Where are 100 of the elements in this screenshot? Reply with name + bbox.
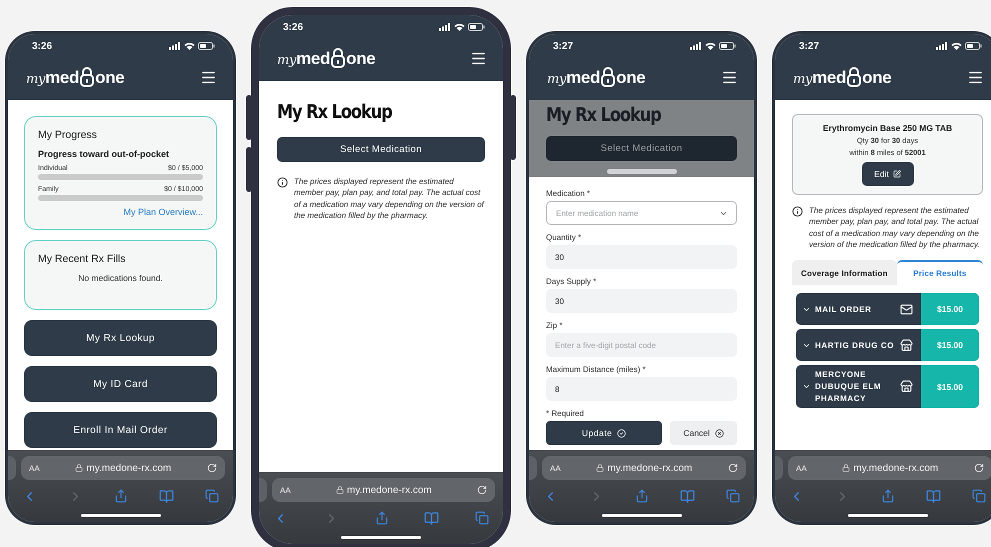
battery-icon xyxy=(719,42,736,50)
bookmarks-icon[interactable] xyxy=(424,511,440,526)
tab[interactable]: Coverage Information xyxy=(792,260,897,286)
card-subtitle: Progress toward out-of-pocket xyxy=(38,149,170,159)
input-field[interactable]: Enter a five-digit postal code xyxy=(546,333,737,357)
field-label: Days Supply * xyxy=(546,277,598,286)
tab-preview[interactable] xyxy=(529,456,537,480)
pharmacy-result-row[interactable]: MAIL ORDER $15.00 xyxy=(796,293,979,326)
wifi-icon xyxy=(454,23,465,31)
lock-icon xyxy=(336,486,344,494)
bookmarks-icon[interactable] xyxy=(926,489,941,504)
logo-wordmark: mymed xyxy=(793,68,846,86)
text-size-button[interactable]: AA xyxy=(29,464,40,472)
url-text: my.medone-rx.com xyxy=(86,462,172,474)
address-bar[interactable]: AA my.medone-rx.com xyxy=(272,478,495,502)
reload-icon[interactable] xyxy=(476,485,487,495)
field-label: Quantity * xyxy=(546,233,582,242)
plan-overview-link[interactable]: My Plan Overview... xyxy=(38,207,203,217)
logo-wordmark: one xyxy=(95,68,124,86)
tabs-icon[interactable] xyxy=(205,489,219,503)
storefront-icon xyxy=(900,380,913,394)
pharmacy-result-row[interactable]: MERCYONE DUBUQUE ELM PHARMACY $15.00 xyxy=(796,365,979,408)
signal-icon xyxy=(690,42,702,50)
reload-icon[interactable] xyxy=(974,463,984,473)
tabs-icon[interactable] xyxy=(972,489,986,503)
tab-preview[interactable] xyxy=(775,456,783,480)
status-time: 3:26 xyxy=(32,40,52,52)
select-medication-button[interactable]: Select Medication xyxy=(546,136,737,161)
wifi-icon xyxy=(951,42,962,50)
price-disclaimer: The prices displayed represent the estimated member pay, plan pay, and total pay. The actual cost of a medication may vary depending on the version of the medication filled by the pharmacy. xyxy=(294,176,485,222)
logo-wordmark: one xyxy=(346,50,376,66)
card-title: My Recent Rx Fills xyxy=(38,253,127,265)
input-field[interactable]: 30 xyxy=(546,245,737,269)
address-bar[interactable]: AA my.medone-rx.com xyxy=(21,456,225,480)
status-time: 3:27 xyxy=(799,40,820,52)
pharmacy-name: HARTIG DRUG CO xyxy=(815,340,896,352)
price-disclaimer: The prices displayed represent the estimated member pay, plan pay, and total pay. The actual cost of a medication may vary depending on the version of the medication filled by the pharmacy. xyxy=(809,205,981,250)
signal-icon xyxy=(169,42,181,50)
text-size-button[interactable]: AA xyxy=(796,464,807,472)
tab-preview[interactable] xyxy=(259,478,267,502)
price-cell: $15.00 xyxy=(921,293,979,326)
url-text: my.medone-rx.com xyxy=(607,462,692,474)
battery-icon xyxy=(468,23,485,31)
padlock-logo-icon xyxy=(847,67,862,87)
price-cell: $15.00 xyxy=(921,329,979,362)
envelope-icon xyxy=(900,302,913,316)
card-title: My Progress xyxy=(38,129,98,141)
tabs-icon[interactable] xyxy=(726,489,740,503)
nav-button[interactable]: Enroll In Mail Order xyxy=(24,412,217,448)
signal-icon xyxy=(936,42,948,50)
nav-button[interactable]: My Rx Lookup xyxy=(24,320,217,356)
share-icon[interactable] xyxy=(881,489,895,503)
wifi-icon xyxy=(184,42,195,50)
price-cell: $15.00 xyxy=(921,365,979,408)
url-text: my.medone-rx.com xyxy=(853,462,938,474)
battery-icon xyxy=(198,42,215,50)
tab-preview[interactable] xyxy=(8,456,16,480)
field-label: Zip * xyxy=(546,321,564,330)
pharmacy-result-row[interactable]: HARTIG DRUG CO $15.00 xyxy=(796,329,979,362)
page-heading: My Rx Lookup xyxy=(546,104,662,126)
reload-icon[interactable] xyxy=(206,463,217,473)
address-bar[interactable]: AA my.medone-rx.com xyxy=(542,456,746,480)
share-icon[interactable] xyxy=(635,489,649,503)
info-icon xyxy=(277,177,288,188)
storefront-icon xyxy=(900,338,913,352)
lock-icon xyxy=(842,464,850,472)
input-field[interactable]: 30 xyxy=(546,289,737,313)
pharmacy-name: MAIL ORDER xyxy=(815,304,873,316)
required-note: * Required xyxy=(546,409,585,418)
pharmacy-name: MERCYONE DUBUQUE ELM PHARMACY xyxy=(815,369,882,404)
text-size-button[interactable]: AA xyxy=(550,464,561,472)
logo-wordmark: mymed xyxy=(26,68,80,86)
reload-icon[interactable] xyxy=(728,463,738,473)
edit-icon xyxy=(892,170,901,178)
empty-message: No medications found. xyxy=(77,273,164,283)
logo-wordmark: mymed xyxy=(547,68,600,86)
url-text: my.medone-rx.com xyxy=(346,484,432,496)
nav-button[interactable]: My ID Card xyxy=(24,366,217,402)
logo-wordmark: one xyxy=(616,68,646,86)
logo-wordmark: mymed xyxy=(277,50,330,66)
close-circle-icon xyxy=(714,428,724,438)
cancel-button[interactable]: Cancel xyxy=(670,421,737,445)
address-bar[interactable]: AA my.medone-rx.com xyxy=(788,456,991,480)
lock-icon xyxy=(596,464,604,472)
medication-select[interactable]: Enter medication name xyxy=(546,201,737,225)
share-icon[interactable] xyxy=(374,511,388,525)
status-time: 3:27 xyxy=(553,40,574,52)
bookmarks-icon[interactable] xyxy=(159,489,174,504)
bookmarks-icon[interactable] xyxy=(680,489,695,504)
page-heading: My Rx Lookup xyxy=(277,101,393,123)
text-size-button[interactable]: AA xyxy=(280,486,291,494)
padlock-logo-icon xyxy=(331,48,346,68)
share-icon[interactable] xyxy=(114,489,128,503)
input-field[interactable]: 8 xyxy=(546,377,737,401)
sheet-handle[interactable] xyxy=(606,169,676,174)
tabs-icon[interactable] xyxy=(475,511,489,525)
update-button[interactable]: Update xyxy=(546,421,662,445)
check-circle-icon xyxy=(617,428,626,438)
edit-button[interactable]: Edit xyxy=(862,162,914,186)
select-medication-button[interactable]: Select Medication xyxy=(277,137,485,162)
